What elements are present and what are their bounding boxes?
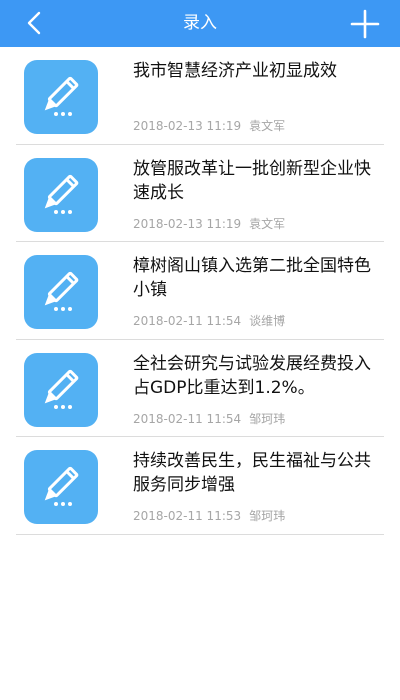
entry-author: 邹珂玮 <box>249 509 286 523</box>
entry-meta: 2018-02-13 11:19 袁文军 <box>133 117 285 134</box>
entry-date: 2018-02-11 11:53 <box>133 509 242 523</box>
entry-date: 2018-02-13 11:19 <box>133 119 242 133</box>
entry-thumbnail <box>24 450 98 524</box>
entry-title: 我市智慧经济产业初显成效 <box>133 61 337 81</box>
list-item[interactable]: 持续改善民生，民生福祉与公共服务同步增强 2018-02-11 11:53 邹珂玮 <box>16 437 384 535</box>
chevron-left-icon <box>27 11 41 35</box>
entry-title: 樟树阁山镇入选第二批全国特色小镇 <box>133 256 371 300</box>
entry-list: 我市智慧经济产业初显成效 2018-02-13 11:19 袁文军 放管服改革让一… <box>0 47 400 535</box>
entry-author: 谈维博 <box>249 314 286 328</box>
entry-author: 邹珂玮 <box>249 411 286 426</box>
entry-meta: 2018-02-11 11:54 谈维博 <box>133 312 285 329</box>
entry-date: 2018-02-13 11:19 <box>133 216 242 231</box>
entry-author: 袁文军 <box>249 216 286 231</box>
edit-pencil-icon <box>44 174 79 214</box>
entry-thumbnail <box>24 352 98 427</box>
list-item[interactable]: 放管服改革让一批创新型企业快速成长 2018-02-13 11:19 袁文军 <box>16 145 384 242</box>
entry-date: 2018-02-11 11:54 <box>133 411 242 426</box>
edit-pencil-icon <box>44 271 79 311</box>
add-button[interactable] <box>350 9 380 39</box>
plus-icon <box>350 9 380 39</box>
entry-thumbnail <box>24 60 98 134</box>
entry-thumbnail <box>24 157 98 232</box>
list-item[interactable]: 樟树阁山镇入选第二批全国特色小镇 2018-02-11 11:54 谈维博 <box>16 242 384 340</box>
entry-meta: 2018-02-11 11:53 邹珂玮 <box>133 507 285 524</box>
list-item[interactable]: 我市智慧经济产业初显成效 2018-02-13 11:19 袁文军 <box>16 47 384 145</box>
edit-pencil-icon <box>44 369 79 409</box>
page-title: 录入 <box>183 13 217 33</box>
edit-pencil-icon <box>44 76 79 116</box>
entry-thumbnail <box>24 255 98 329</box>
entry-date: 2018-02-11 11:54 <box>133 314 242 328</box>
list-item[interactable]: 全社会研究与试验发展经费投入占GDP比重达到1.2%。 2018-02-11 1… <box>16 340 384 437</box>
edit-pencil-icon <box>44 466 79 506</box>
entry-author: 袁文军 <box>249 119 286 133</box>
entry-meta: 2018-02-13 11:19 袁文军 <box>133 215 285 232</box>
entry-title: 放管服改革让一批创新型企业快速成长 <box>133 158 371 203</box>
entry-title: 全社会研究与试验发展经费投入占GDP比重达到1.2%。 <box>133 353 371 398</box>
entry-meta: 2018-02-11 11:54 邹珂玮 <box>133 410 285 427</box>
entry-title: 持续改善民生，民生福祉与公共服务同步增强 <box>133 451 371 495</box>
back-button[interactable] <box>18 6 52 40</box>
navigation-bar: 录入 <box>0 0 400 47</box>
